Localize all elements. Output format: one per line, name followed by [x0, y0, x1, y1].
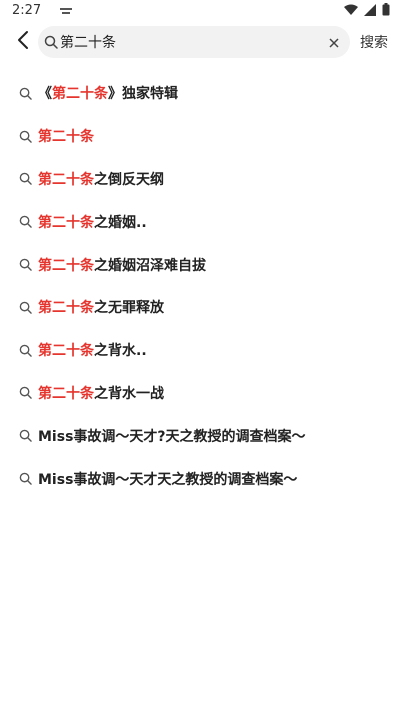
suggestion-text: 第二十条之倒反天纲 — [38, 169, 164, 189]
suggestion-match: 第二十条 — [38, 171, 94, 188]
search-icon — [19, 129, 33, 143]
suggestion-item[interactable]: Miss事故调～天才天之教授的调查档案～ — [0, 457, 400, 500]
suggestion-item[interactable]: 第二十条之无罪释放 — [0, 286, 400, 329]
suggestion-match: 第二十条 — [38, 385, 94, 402]
suggestion-match: 第二十条 — [38, 300, 94, 317]
suggestion-item[interactable]: 第二十条之婚姻.. — [0, 200, 400, 243]
search-box — [38, 26, 350, 58]
status-icons — [344, 3, 390, 20]
suggestion-match: 第二十条 — [38, 343, 94, 360]
search-icon — [19, 472, 33, 486]
suggestion-text: 《第二十条》独家特辑 — [38, 83, 178, 103]
suggestion-suffix: 之无罪释放 — [94, 300, 164, 317]
status-bar: 2:27 — [0, 0, 400, 22]
suggestion-text: 第二十条之背水.. — [38, 340, 147, 360]
suggestion-suffix: 》独家特辑 — [108, 86, 178, 103]
suggestion-list: 《第二十条》独家特辑 第二十条 第二十条之倒反天纲 第二十条之婚姻.. 第二十条… — [0, 72, 400, 500]
suggestion-suffix: 之背水一战 — [94, 385, 164, 402]
search-icon — [19, 215, 33, 229]
search-input[interactable] — [60, 26, 320, 58]
clear-button[interactable] — [326, 34, 342, 50]
suggestion-text: Miss事故调～天才?天之教授的调查档案～ — [38, 426, 306, 446]
search-submit-button[interactable]: 搜索 — [360, 32, 388, 52]
search-icon — [19, 386, 33, 400]
suggestion-prefix: 《 — [38, 86, 52, 103]
suggestion-prefix: Miss事故调～天才?天之教授的调查档案～ — [38, 428, 306, 445]
search-icon — [19, 343, 33, 357]
search-icon — [19, 86, 33, 100]
suggestion-match: 第二十条 — [38, 257, 94, 274]
battery-icon — [382, 3, 390, 20]
wifi-icon — [344, 4, 358, 20]
suggestion-item[interactable]: 第二十条 — [0, 115, 400, 158]
clear-icon — [329, 33, 339, 52]
notification-icon — [60, 5, 72, 20]
suggestion-item[interactable]: 第二十条之婚姻沼泽难自拔 — [0, 243, 400, 286]
suggestion-match: 第二十条 — [38, 129, 94, 146]
search-icon — [19, 429, 33, 443]
suggestion-text: 第二十条之无罪释放 — [38, 297, 164, 317]
suggestion-prefix: Miss事故调～天才天之教授的调查档案～ — [38, 471, 298, 488]
suggestion-item[interactable]: 第二十条之背水.. — [0, 329, 400, 372]
status-time: 2:27 — [12, 3, 42, 18]
suggestion-text: 第二十条之婚姻沼泽难自拔 — [38, 255, 206, 275]
search-icon — [19, 258, 33, 272]
cellular-icon — [364, 3, 376, 20]
back-arrow-icon — [17, 30, 29, 54]
search-icon — [44, 34, 60, 50]
suggestion-text: Miss事故调～天才天之教授的调查档案～ — [38, 469, 297, 489]
suggestion-text: 第二十条之背水一战 — [38, 383, 164, 403]
suggestion-match: 第二十条 — [52, 86, 108, 103]
suggestion-item[interactable]: 第二十条之倒反天纲 — [0, 158, 400, 201]
suggestion-item[interactable]: 《第二十条》独家特辑 — [0, 72, 400, 115]
suggestion-suffix: 之背水.. — [94, 343, 147, 360]
back-button[interactable] — [10, 28, 36, 56]
suggestion-item[interactable]: Miss事故调～天才?天之教授的调查档案～ — [0, 414, 400, 457]
suggestion-suffix: 之倒反天纲 — [94, 171, 164, 188]
search-icon — [19, 172, 33, 186]
suggestion-suffix: 之婚姻.. — [94, 214, 147, 231]
suggestion-suffix: 之婚姻沼泽难自拔 — [94, 257, 206, 274]
suggestion-match: 第二十条 — [38, 214, 94, 231]
search-icon — [19, 300, 33, 314]
suggestion-item[interactable]: 第二十条之背水一战 — [0, 372, 400, 415]
search-top-bar: 搜索 — [0, 22, 400, 62]
suggestion-text: 第二十条 — [38, 126, 94, 146]
suggestion-text: 第二十条之婚姻.. — [38, 212, 147, 232]
